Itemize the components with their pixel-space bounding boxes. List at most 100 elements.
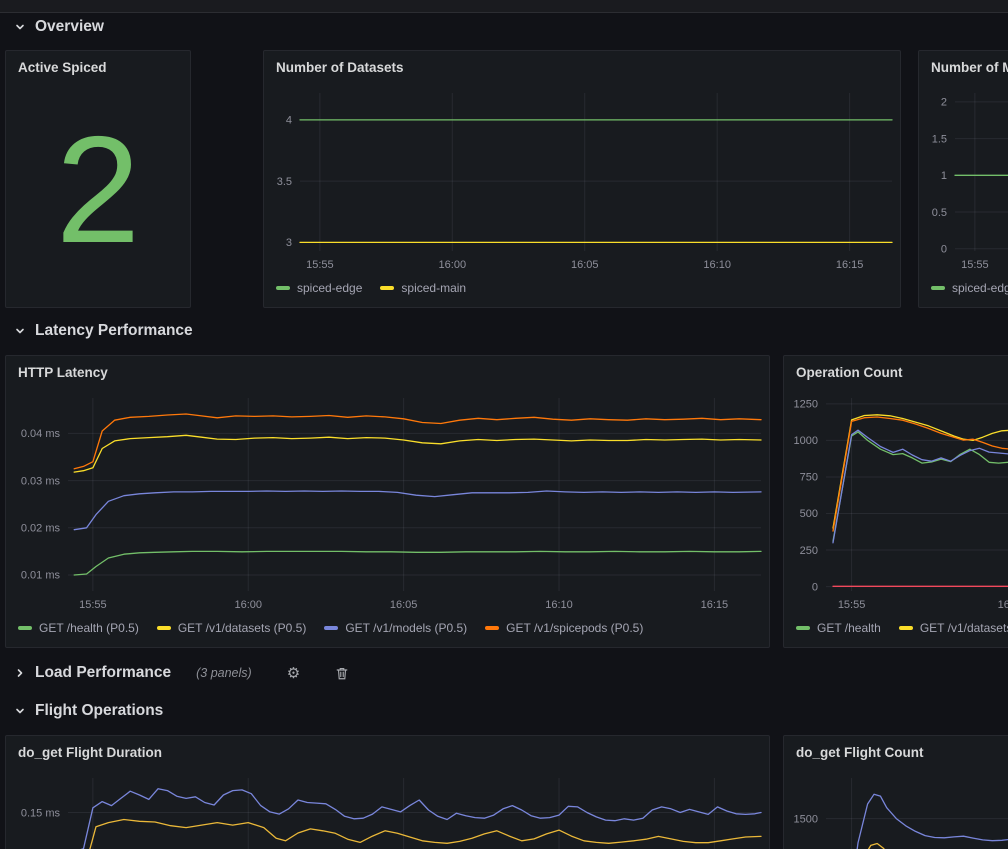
datasets-plot: 15:5516:0016:0516:1016:1533.54 — [264, 83, 900, 277]
svg-text:0.5: 0.5 — [932, 207, 947, 219]
section-header-overview[interactable]: Overview — [14, 16, 104, 38]
svg-text:0.03 ms: 0.03 ms — [21, 475, 61, 487]
section-header-latency-performance[interactable]: Latency Performance — [14, 320, 193, 342]
svg-text:16:05: 16:05 — [571, 259, 599, 271]
chevron-down-icon — [14, 325, 26, 337]
legend-item[interactable]: spiced-edge — [931, 281, 1008, 295]
svg-text:0: 0 — [941, 244, 947, 256]
legend-label: GET /health — [817, 621, 881, 635]
panel-title-operation-count[interactable]: Operation Count — [784, 356, 1008, 388]
svg-text:0: 0 — [812, 581, 818, 593]
number-of-models-chart[interactable]: 15:5516:0016:0516:1016:1500.511.52 — [919, 83, 1008, 277]
svg-text:15:55: 15:55 — [838, 599, 866, 611]
flight_duration-plot: 15:5516:0016:0516:1016:150.15 ms — [6, 768, 769, 849]
legend-swatch-icon — [899, 626, 913, 630]
svg-text:250: 250 — [800, 545, 818, 557]
chevron-right-icon — [14, 667, 26, 679]
dashboard: Overview Active Spiced 2 Number of Datas… — [0, 0, 1008, 849]
stat-value: 2 — [6, 83, 190, 307]
panels-count-note: (3 panels) — [196, 666, 252, 680]
section-header-flight-operations[interactable]: Flight Operations — [14, 700, 163, 722]
panel-active-spiced: Active Spiced 2 — [5, 50, 191, 308]
section-title: Latency Performance — [35, 322, 193, 340]
panel-http-latency: HTTP Latency 15:5516:0016:0516:1016:150.… — [5, 355, 770, 648]
legend-swatch-icon — [931, 286, 945, 290]
legend-label: GET /v1/datasets — [920, 621, 1008, 635]
legend-item[interactable]: GET /v1/spicepods (P0.5) — [485, 621, 643, 635]
legend-label: GET /v1/models (P0.5) — [345, 621, 467, 635]
panel-number-of-datasets: Number of Datasets 15:5516:0016:0516:101… — [263, 50, 901, 308]
legend-label: spiced-edge — [297, 281, 362, 295]
section-title: Overview — [35, 18, 104, 36]
svg-text:3: 3 — [286, 237, 292, 249]
legend-swatch-icon — [18, 626, 32, 630]
svg-text:15:55: 15:55 — [306, 259, 334, 271]
svg-text:15:55: 15:55 — [79, 599, 107, 611]
panel-title-http-latency[interactable]: HTTP Latency — [6, 356, 769, 388]
legend-label: GET /v1/datasets (P0.5) — [178, 621, 307, 635]
svg-text:1.5: 1.5 — [932, 133, 947, 145]
do-get-flight-count-chart[interactable]: 15:5516:001500 — [784, 768, 1008, 849]
panel-title-active-spiced[interactable]: Active Spiced — [6, 51, 190, 83]
legend-label: spiced-edge — [952, 281, 1008, 295]
svg-text:1500: 1500 — [794, 813, 818, 825]
flight_count-plot: 15:5516:001500 — [784, 768, 1008, 849]
number-of-datasets-legend: spiced-edge spiced-main — [264, 277, 900, 307]
http-latency-legend: GET /health (P0.5) GET /v1/datasets (P0.5… — [6, 617, 769, 647]
legend-item[interactable]: GET /v1/datasets — [899, 621, 1008, 635]
legend-label: GET /health (P0.5) — [39, 621, 139, 635]
http-latency-chart[interactable]: 15:5516:0016:0516:1016:150.01 ms0.02 ms0… — [6, 388, 769, 617]
svg-text:16:05: 16:05 — [390, 599, 418, 611]
panel-operation-count: Operation Count 15:55 16:00 0 250 500 750 1000… — [783, 355, 1008, 648]
svg-text:16:15: 16:15 — [701, 599, 729, 611]
svg-text:16:00: 16:00 — [234, 599, 262, 611]
svg-text:750: 750 — [800, 472, 818, 484]
legend-item[interactable]: spiced-edge — [276, 281, 362, 295]
legend-item[interactable]: GET /v1/datasets (P0.5) — [157, 621, 307, 635]
section-title: Flight Operations — [35, 702, 163, 720]
panel-number-of-models: Number of M 15:5516:0016:0516:1016:1500.… — [918, 50, 1008, 308]
chevron-down-icon — [14, 21, 26, 33]
svg-text:16:15: 16:15 — [836, 259, 864, 271]
legend-swatch-icon — [324, 626, 338, 630]
svg-text:0.02 ms: 0.02 ms — [21, 523, 61, 535]
legend-item[interactable]: GET /health — [796, 621, 881, 635]
svg-text:1000: 1000 — [794, 435, 818, 447]
svg-text:16:10: 16:10 — [703, 259, 731, 271]
svg-text:2: 2 — [941, 97, 947, 109]
panel-title-number-of-models[interactable]: Number of M — [919, 51, 1008, 83]
legend-swatch-icon — [485, 626, 499, 630]
do-get-flight-duration-chart[interactable]: 15:5516:0016:0516:1016:150.15 ms — [6, 768, 769, 849]
svg-text:15:55: 15:55 — [961, 259, 989, 271]
legend-item[interactable]: GET /v1/models (P0.5) — [324, 621, 467, 635]
panel-do-get-flight-count: do_get Flight Count 15:5516:001500 — [783, 735, 1008, 849]
panel-title-number-of-datasets[interactable]: Number of Datasets — [264, 51, 900, 83]
svg-text:4: 4 — [286, 115, 292, 127]
svg-text:500: 500 — [800, 508, 818, 520]
legend-item[interactable]: spiced-main — [380, 281, 466, 295]
models-plot: 15:5516:0016:0516:1016:1500.511.52 — [919, 83, 1008, 277]
http_latency-plot: 15:5516:0016:0516:1016:150.01 ms0.02 ms0… — [6, 388, 769, 617]
legend-swatch-icon — [380, 286, 394, 290]
operation-count-legend: GET /health GET /v1/datasets — [784, 617, 1008, 647]
legend-item[interactable]: GET /health (P0.5) — [18, 621, 139, 635]
svg-text:16:00: 16:00 — [998, 599, 1008, 611]
panel-title-do-get-flight-count[interactable]: do_get Flight Count — [784, 736, 1008, 768]
panel-title-do-get-flight-duration[interactable]: do_get Flight Duration — [6, 736, 769, 768]
panel-do-get-flight-duration: do_get Flight Duration 15:5516:0016:0516… — [5, 735, 770, 849]
section-header-load-performance[interactable]: Load Performance (3 panels) ⚙ — [14, 662, 349, 684]
chevron-down-icon — [14, 705, 26, 717]
top-bar — [0, 0, 1008, 13]
number-of-models-legend: spiced-edge — [919, 277, 1008, 307]
svg-text:0.15 ms: 0.15 ms — [21, 807, 61, 819]
legend-swatch-icon — [157, 626, 171, 630]
svg-text:0.01 ms: 0.01 ms — [21, 570, 61, 582]
operation-count-chart[interactable]: 15:55 16:00 0 250 500 750 1000 1250 — [784, 388, 1008, 617]
gear-icon[interactable]: ⚙ — [287, 666, 300, 681]
legend-label: spiced-main — [401, 281, 466, 295]
svg-text:0.04 ms: 0.04 ms — [21, 428, 61, 440]
svg-text:1250: 1250 — [794, 399, 818, 411]
trash-icon[interactable] — [335, 666, 349, 681]
section-title: Load Performance — [35, 664, 171, 682]
number-of-datasets-chart[interactable]: 15:5516:0016:0516:1016:1533.54 — [264, 83, 900, 277]
